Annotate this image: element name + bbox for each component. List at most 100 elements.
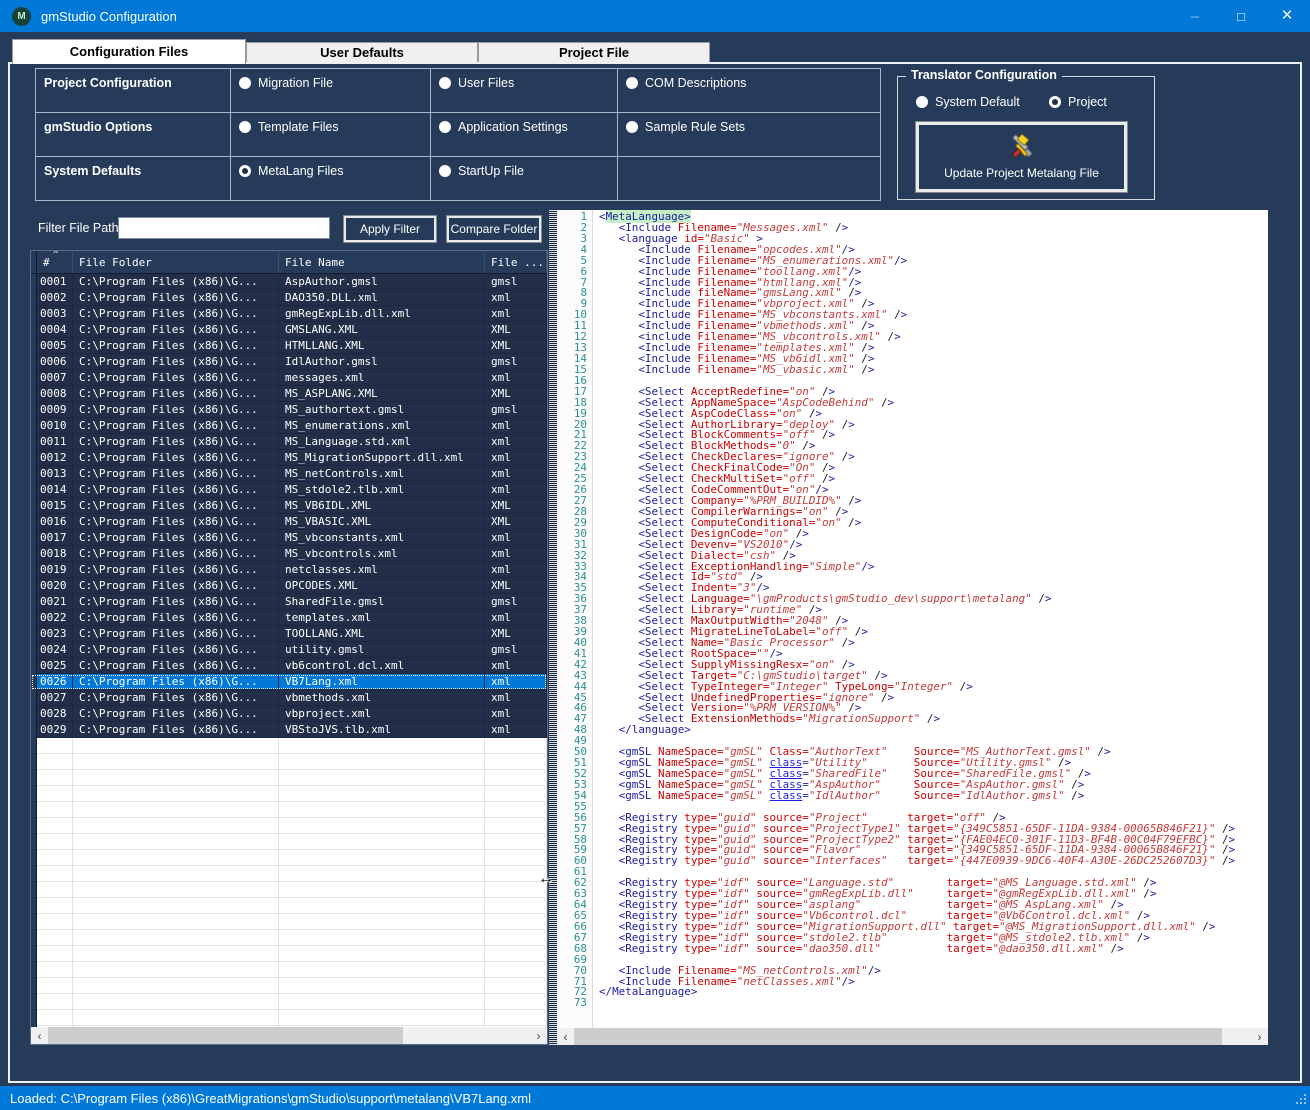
radio-project[interactable]: Project [1049,95,1107,109]
table-row[interactable]: 0027C:\Program Files (x86)\G...vbmethods… [31,690,547,706]
table-cell [485,786,547,802]
table-cell: MS_VBASIC.XML [279,514,485,530]
table-row[interactable]: 0016C:\Program Files (x86)\G...MS_VBASIC… [31,514,547,530]
close-button[interactable]: × [1264,0,1310,32]
table-cell [279,994,485,1010]
filter-input[interactable] [118,217,330,239]
table-cell: xml [485,482,547,498]
empty-table-row [31,994,547,1010]
table-cell [485,914,547,930]
radio-startup-file[interactable]: StartUp File [431,157,618,201]
table-row[interactable]: 0007C:\Program Files (x86)\G...messages.… [31,370,547,386]
update-project-metalang-button[interactable]: Update Project Metalang File [915,121,1128,193]
table-row[interactable]: 0014C:\Program Files (x86)\G...MS_stdole… [31,482,547,498]
code-panel[interactable]: 1234567891011121314151617181920212223242… [557,210,1268,1045]
scroll-thumb[interactable] [574,1028,1222,1045]
chevron-left-icon[interactable]: ‹ [31,1027,48,1044]
empty-table-row [31,962,547,978]
table-cell: OPCODES.XML [279,578,485,594]
table-row[interactable]: 0028C:\Program Files (x86)\G...vbproject… [31,706,547,722]
file-table-header: # File Folder File Name File ... ^ [31,251,547,274]
table-cell [485,770,547,786]
chevron-right-icon[interactable]: › [1251,1028,1268,1045]
radio-metalang-files[interactable]: MetaLang Files [231,157,431,201]
table-cell [73,930,279,946]
radio-system-default[interactable]: System Default [916,95,1020,109]
compare-folder-button[interactable]: Compare Folder [446,215,542,243]
table-row[interactable]: 0021C:\Program Files (x86)\G...SharedFil… [31,594,547,610]
table-cell: 0019 [37,562,73,578]
table-cell [485,834,547,850]
panel-splitter[interactable] [549,210,557,1045]
table-cell: xml [485,434,547,450]
table-row[interactable]: 0017C:\Program Files (x86)\G...MS_vbcons… [31,530,547,546]
table-row[interactable]: 0013C:\Program Files (x86)\G...MS_netCon… [31,466,547,482]
table-cell: MS_vbcontrols.xml [279,546,485,562]
table-row[interactable]: 0026C:\Program Files (x86)\G...VB7Lang.x… [31,674,547,690]
empty-table-row [31,770,547,786]
scroll-track[interactable] [574,1028,1251,1045]
table-cell: MS_enumerations.xml [279,418,485,434]
tab-configuration-files[interactable]: Configuration Files [12,39,246,64]
code-hscrollbar[interactable]: ‹ › [557,1028,1268,1045]
table-row[interactable]: 0018C:\Program Files (x86)\G...MS_vbcont… [31,546,547,562]
radio-sample-rule-sets[interactable]: Sample Rule Sets [618,113,881,157]
chevron-right-icon[interactable]: › [530,1027,547,1044]
table-row[interactable]: 0022C:\Program Files (x86)\G...templates… [31,610,547,626]
scroll-track[interactable] [48,1027,530,1044]
table-row[interactable]: 0009C:\Program Files (x86)\G...MS_author… [31,402,547,418]
option-row-label: gmStudio Options [36,113,231,157]
table-cell [279,754,485,770]
file-table-hscrollbar[interactable]: ‹ › [31,1027,547,1044]
table-cell: netclasses.xml [279,562,485,578]
table-cell: 0005 [37,338,73,354]
table-row[interactable]: 0025C:\Program Files (x86)\G...vb6contro… [31,658,547,674]
table-row[interactable]: 0029C:\Program Files (x86)\G...VBStoJVS.… [31,722,547,738]
table-row[interactable]: 0023C:\Program Files (x86)\G...TOOLLANG.… [31,626,547,642]
file-table: # File Folder File Name File ... ^ 0001C… [30,250,548,1045]
maximize-button[interactable]: □ [1218,0,1264,32]
radio-com-descriptions[interactable]: COM Descriptions [618,69,881,113]
table-cell: C:\Program Files (x86)\G... [73,338,279,354]
table-row[interactable]: 0001C:\Program Files (x86)\G...AspAuthor… [31,274,547,290]
tab-project-file[interactable]: Project File [478,42,710,62]
tab-user-defaults[interactable]: User Defaults [246,42,478,62]
radio-migration-file[interactable]: Migration File [231,69,431,113]
table-cell: gmRegExpLib.dll.xml [279,306,485,322]
table-cell: C:\Program Files (x86)\G... [73,626,279,642]
table-row[interactable]: 0020C:\Program Files (x86)\G...OPCODES.X… [31,578,547,594]
table-row[interactable]: 0019C:\Program Files (x86)\G...netclasse… [31,562,547,578]
radio-user-files[interactable]: User Files [431,69,618,113]
column-header-file-name[interactable]: File Name [279,251,485,273]
chevron-left-icon[interactable]: ‹ [557,1028,574,1045]
table-cell [37,738,73,754]
table-row[interactable]: 0015C:\Program Files (x86)\G...MS_VB6IDL… [31,498,547,514]
table-cell [279,770,485,786]
table-cell [73,898,279,914]
table-row[interactable]: 0008C:\Program Files (x86)\G...MS_ASPLAN… [31,386,547,402]
table-row[interactable]: 0011C:\Program Files (x86)\G...MS_Langua… [31,434,547,450]
table-cell: C:\Program Files (x86)\G... [73,498,279,514]
table-cell [37,930,73,946]
empty-table-row [31,946,547,962]
table-row[interactable]: 0004C:\Program Files (x86)\G...GMSLANG.X… [31,322,547,338]
radio-icon [439,77,451,89]
scroll-thumb[interactable] [48,1027,403,1044]
resize-grip[interactable] [1292,1092,1308,1108]
table-row[interactable]: 0012C:\Program Files (x86)\G...MS_Migrat… [31,450,547,466]
radio-application-settings[interactable]: Application Settings [431,113,618,157]
table-row[interactable]: 0003C:\Program Files (x86)\G...gmRegExpL… [31,306,547,322]
table-row[interactable]: 0005C:\Program Files (x86)\G...HTMLLANG.… [31,338,547,354]
table-row[interactable]: 0002C:\Program Files (x86)\G...DAO350.DL… [31,290,547,306]
apply-filter-button[interactable]: Apply Filter [343,215,437,243]
table-row[interactable]: 0024C:\Program Files (x86)\G...utility.g… [31,642,547,658]
table-cell [73,882,279,898]
table-row[interactable]: 0006C:\Program Files (x86)\G...IdlAuthor… [31,354,547,370]
table-cell [37,882,73,898]
radio-icon [239,77,251,89]
minimize-button[interactable]: – [1172,0,1218,32]
column-header-file-type[interactable]: File ... [485,251,547,273]
table-row[interactable]: 0010C:\Program Files (x86)\G...MS_enumer… [31,418,547,434]
radio-template-files[interactable]: Template Files [231,113,431,157]
column-header-file-folder[interactable]: File Folder [73,251,279,273]
